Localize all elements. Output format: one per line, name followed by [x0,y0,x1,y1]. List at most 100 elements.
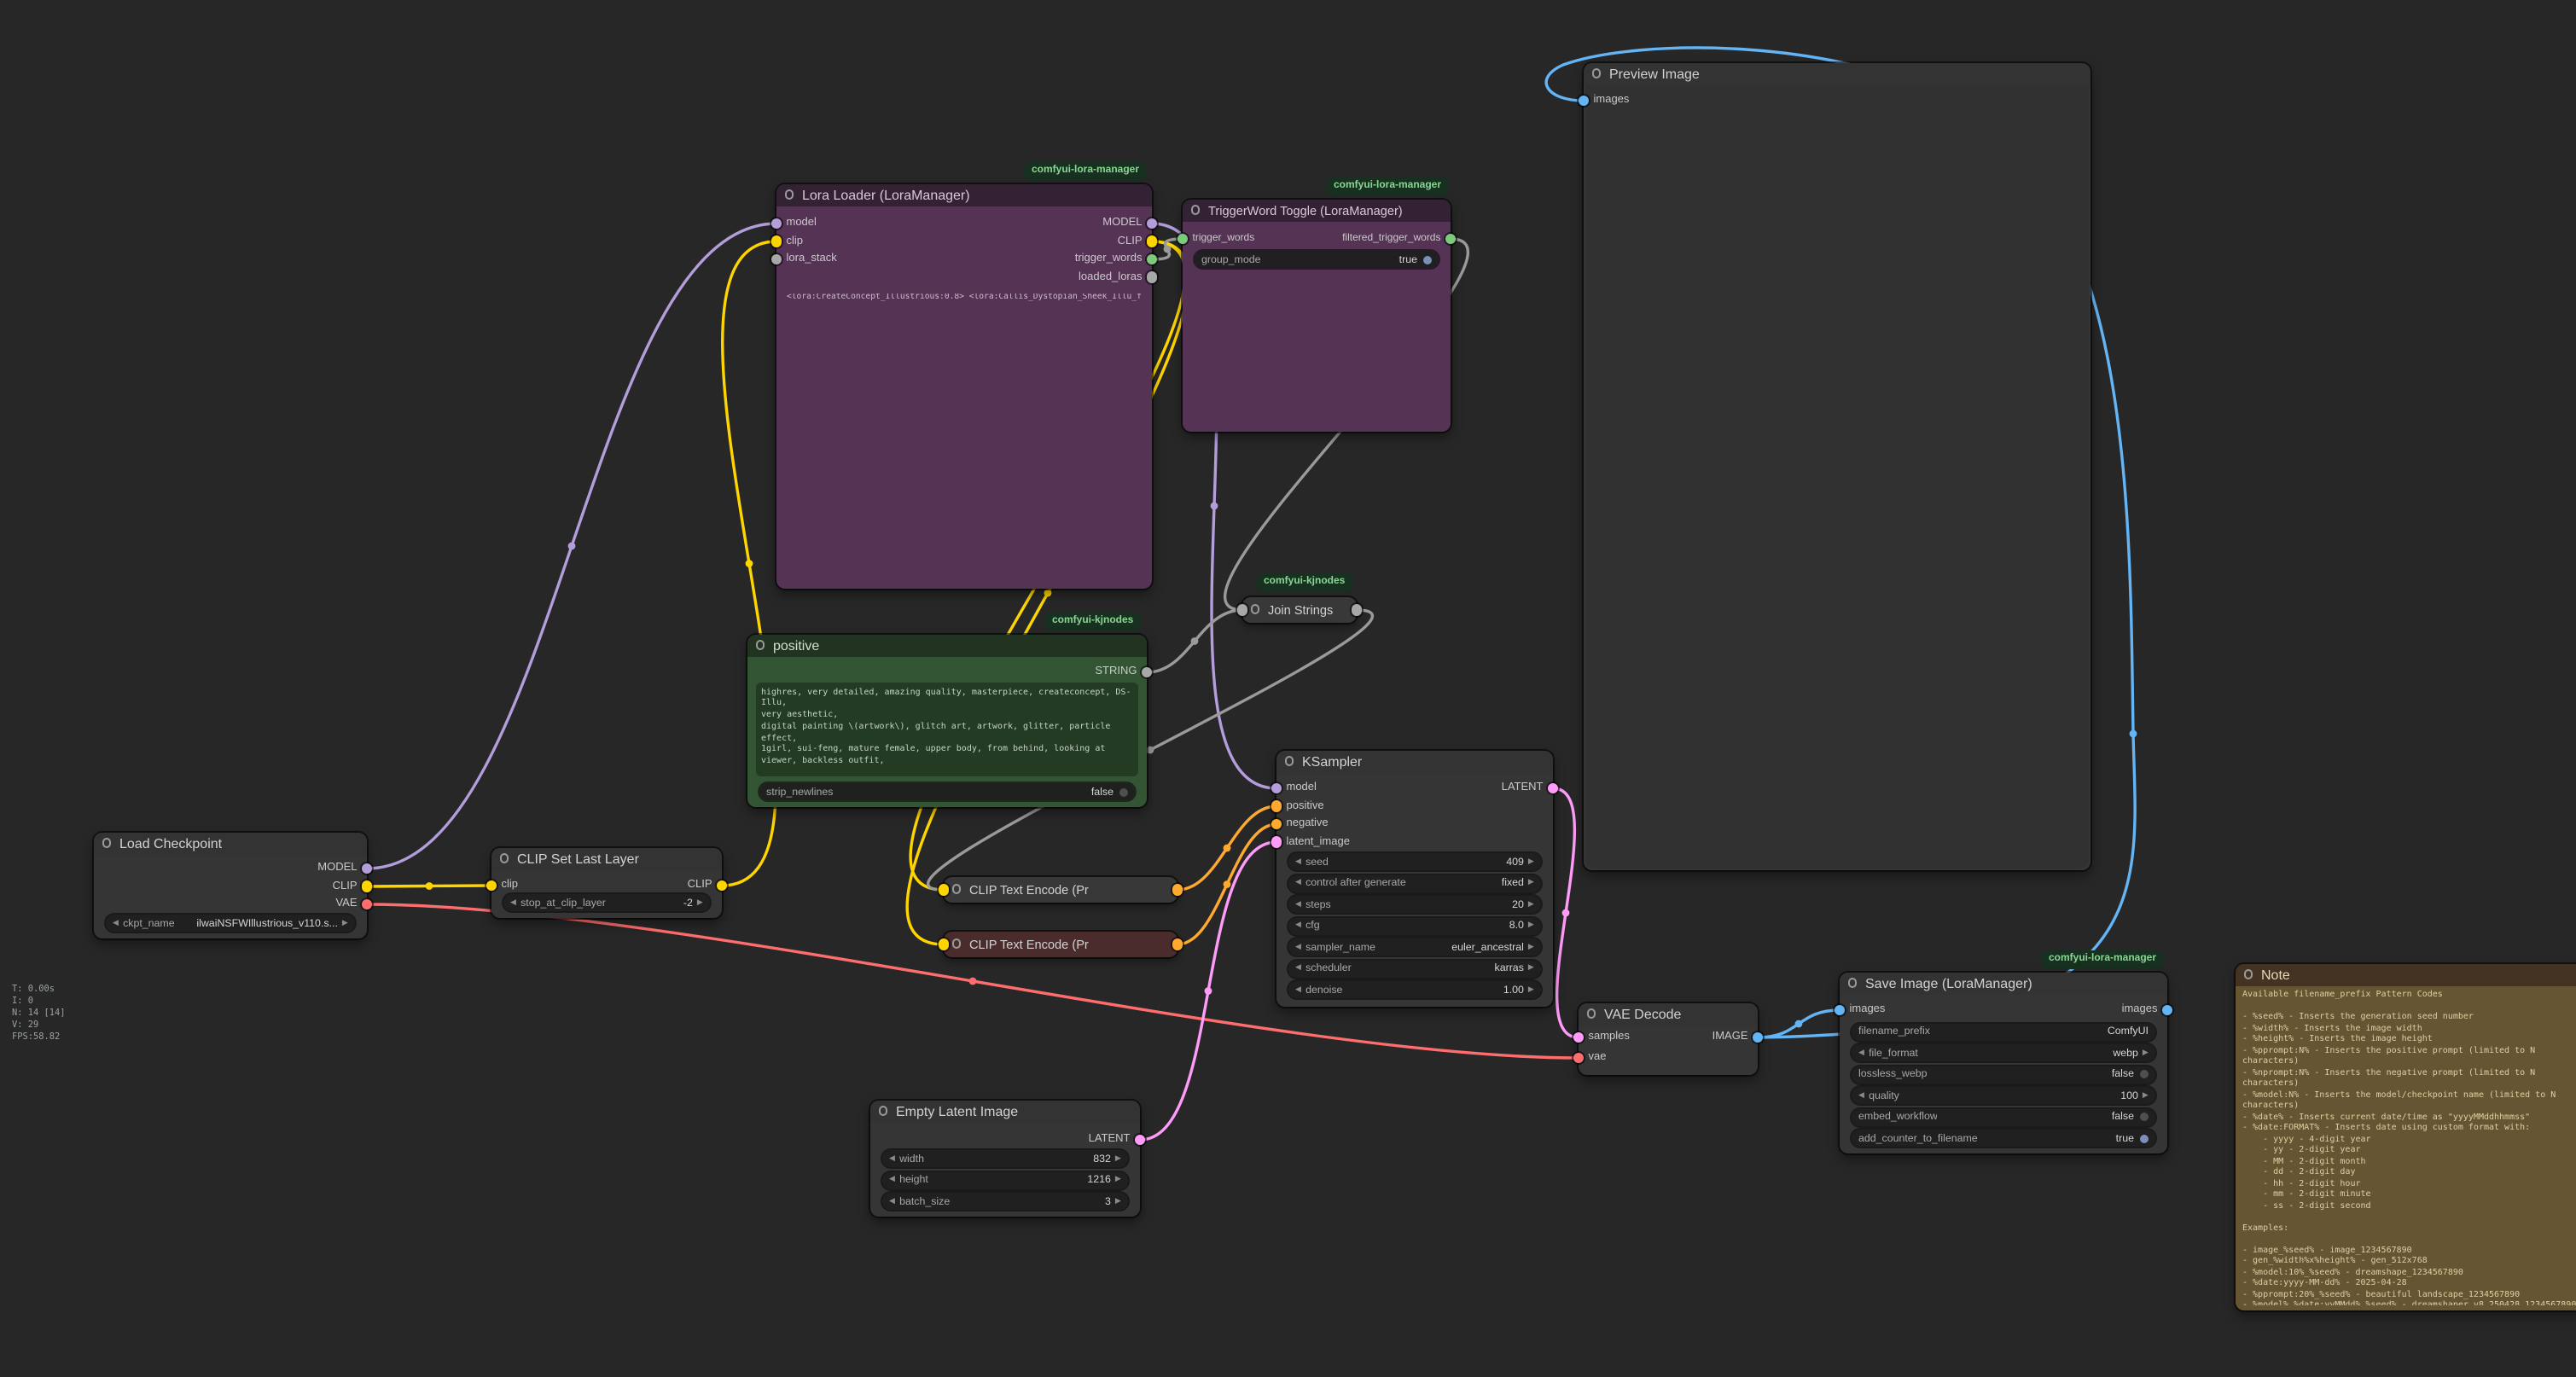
next-arrow-icon[interactable] [1528,964,1534,972]
toggle-dot[interactable] [2140,1134,2149,1142]
node-title-bar[interactable]: TriggerWord Toggle (LoraManager) [1183,200,1451,222]
input-slot-model[interactable]: model [1271,780,1317,797]
output-slot-vae[interactable]: VAE [335,896,372,913]
latent-port-icon[interactable] [1573,1032,1585,1043]
next-arrow-icon[interactable] [342,919,348,927]
model-port-icon[interactable] [1271,783,1282,794]
clip-port-icon[interactable] [939,938,950,950]
conditioning-port-icon[interactable] [1172,938,1183,950]
node-clip-set-last-layer[interactable]: CLIP Set Last Layer clip CLIP stop_at_cl… [491,848,722,918]
output-slot-model[interactable]: MODEL [1102,215,1157,232]
node-title-bar[interactable]: VAE Decode [1579,1003,1758,1025]
node-lora-loader[interactable]: Lora Loader (LoraManager) model clip lor… [776,184,1152,589]
node-title-bar[interactable]: Note [2236,964,2576,986]
next-arrow-icon[interactable] [2143,1049,2149,1056]
decrement-arrow-icon[interactable] [1295,857,1301,865]
node-save-image[interactable]: Save Image (LoraManager) images images f… [1840,973,2167,1153]
decrement-arrow-icon[interactable] [889,1197,895,1205]
input-slot-images[interactable]: images [1835,1002,1886,1019]
input-slot-positive[interactable]: positive [1271,798,1324,815]
loras-text[interactable]: <lora:CreateConcept_Illustrious:0.8> <lo… [787,293,1142,304]
embed-workflow-widget[interactable]: embed_workflow false [1852,1108,2155,1125]
increment-arrow-icon[interactable] [1115,1176,1121,1183]
node-clip-text-encode-positive[interactable]: CLIP Text Encode (Pr [944,877,1178,903]
decrement-arrow-icon[interactable] [1858,1091,1864,1099]
node-load-checkpoint[interactable]: Load Checkpoint MODEL CLIP VAE ckpt_name… [94,833,367,938]
output-slot-clip[interactable]: CLIP [333,878,373,895]
decrement-arrow-icon[interactable] [1295,900,1301,908]
node-title-bar[interactable]: CLIP Text Encode (Pr [944,932,1178,957]
collapse-toggle-icon[interactable] [1847,978,1857,987]
prev-arrow-icon[interactable] [1295,879,1301,886]
increment-arrow-icon[interactable] [1115,1154,1121,1162]
quality-widget[interactable]: quality 100 [1852,1087,2155,1104]
node-note[interactable]: Note Available filename_prefix Pattern C… [2236,964,2576,1310]
clip-port-icon[interactable] [939,884,950,895]
height-widget[interactable]: height 1216 [882,1171,1128,1188]
image-port-icon[interactable] [1753,1032,1764,1043]
node-title-bar[interactable]: Preview Image [1584,63,2090,85]
clip-port-icon[interactable] [771,236,782,247]
latent-port-icon[interactable] [1135,1135,1146,1146]
node-positive-prompt[interactable]: positive STRING highres, very detailed, … [747,635,1147,807]
images-port-icon[interactable] [1835,1005,1846,1016]
latent-port-icon[interactable] [1548,783,1559,794]
increment-arrow-icon[interactable] [1528,857,1534,865]
input-slot-images[interactable]: images [1579,92,1630,109]
conditioning-port-icon[interactable] [1271,819,1282,830]
prev-arrow-icon[interactable] [1858,1049,1864,1056]
node-preview-image[interactable]: Preview Image images [1584,63,2090,870]
node-title-bar[interactable]: positive [747,635,1147,657]
clip-port-icon[interactable] [486,880,497,892]
filename-prefix-widget[interactable]: filename_prefix ComfyUI [1852,1023,2155,1040]
seed-widget[interactable]: seed 409 [1288,853,1541,870]
node-title-bar[interactable]: Empty Latent Image [870,1101,1140,1123]
trigger-words-port-icon[interactable] [1147,254,1158,265]
filtered-trigger-words-port-icon[interactable] [1445,234,1457,245]
increment-arrow-icon[interactable] [1528,900,1534,908]
toggle-dot[interactable] [1423,255,1432,264]
node-clip-text-encode-negative[interactable]: CLIP Text Encode (Pr [944,932,1178,957]
lora-stack-port-icon[interactable] [771,254,782,265]
note-textarea[interactable]: Available filename_prefix Pattern Codes … [2242,990,2576,1305]
node-ksampler[interactable]: KSampler model positive negative latent_… [1276,751,1553,1007]
input-slot-trigger-words[interactable]: trigger_words [1178,230,1255,247]
node-graph-canvas[interactable]: T: 0.00s I: 0 N: 14 [14] V: 29 FPS:58.82… [0,0,2576,1377]
model-port-icon[interactable] [362,863,373,874]
clip-port-icon[interactable] [362,881,373,892]
node-join-strings[interactable]: Join Strings [1242,597,1357,623]
prev-arrow-icon[interactable] [1295,964,1301,972]
toggle-dot[interactable] [2140,1070,2149,1078]
decrement-arrow-icon[interactable] [510,898,516,906]
collapse-toggle-icon[interactable] [951,938,961,948]
output-slot-filtered-trigger-words[interactable]: filtered_trigger_words [1342,230,1456,247]
model-port-icon[interactable] [1147,218,1158,230]
prev-arrow-icon[interactable] [1295,943,1301,950]
collapse-toggle-icon[interactable] [878,1106,887,1115]
collapse-toggle-icon[interactable] [499,853,509,863]
output-slot-clip[interactable]: CLIP [1118,233,1158,250]
decrement-arrow-icon[interactable] [1295,985,1301,993]
node-title-bar[interactable]: Load Checkpoint [94,833,367,855]
collapse-toggle-icon[interactable] [102,838,111,847]
next-arrow-icon[interactable] [1528,879,1534,886]
strip-newlines-widget[interactable]: strip_newlines false [759,783,1135,800]
toggle-dot[interactable] [1119,787,1128,796]
output-slot-clip[interactable]: CLIP [688,877,728,894]
output-slot-string[interactable]: STRING [1095,664,1152,681]
images-port-icon[interactable] [2162,1005,2173,1016]
input-slot-lora-stack[interactable]: lora_stack [771,251,837,268]
lossless-webp-widget[interactable]: lossless_webp false [1852,1066,2155,1083]
output-slot-loaded-loras[interactable]: loaded_loras [1079,269,1157,286]
vae-port-icon[interactable] [362,899,373,910]
node-title-bar[interactable]: Join Strings [1242,597,1357,623]
output-slot-image[interactable]: IMAGE [1712,1029,1764,1046]
add-counter-widget[interactable]: add_counter_to_filename true [1852,1130,2155,1147]
output-slot-latent[interactable]: LATENT [1089,1131,1146,1148]
ckpt-name-widget[interactable]: ckpt_name ilwaiNSFWIllustrious_v110.s... [106,915,355,932]
input-slot-model[interactable]: model [771,215,817,232]
node-title-bar[interactable]: Lora Loader (LoraManager) [776,184,1152,206]
input-slot-samples[interactable]: samples [1573,1029,1630,1046]
prompt-textarea[interactable]: highres, very detailed, amazing quality,… [756,683,1138,776]
clip-port-icon[interactable] [717,880,728,892]
